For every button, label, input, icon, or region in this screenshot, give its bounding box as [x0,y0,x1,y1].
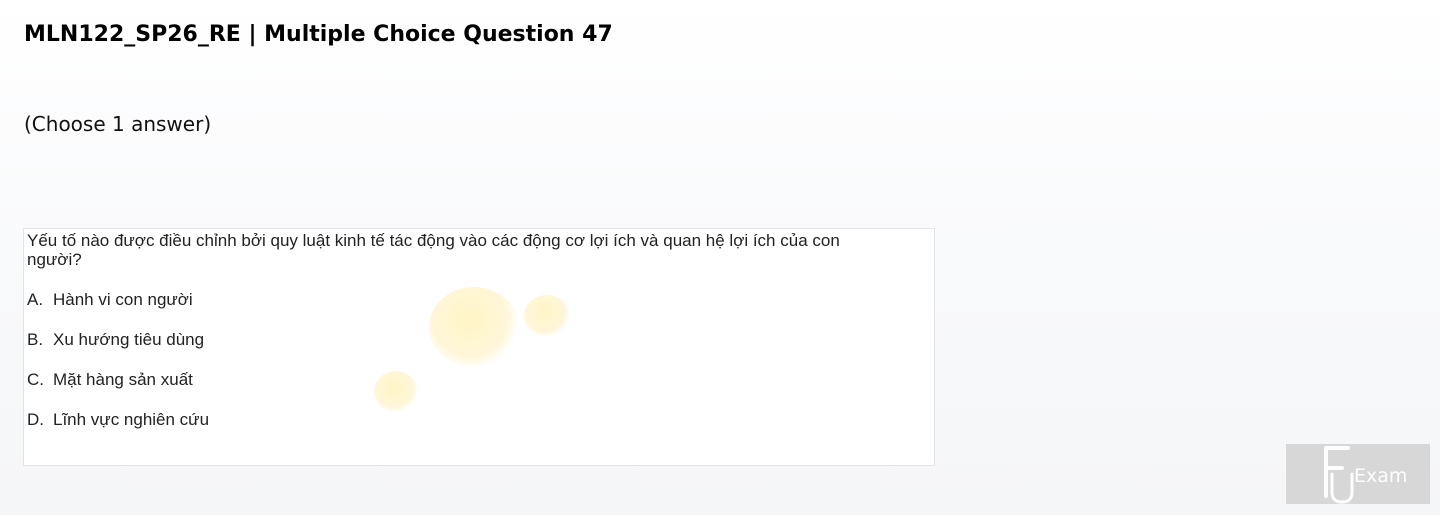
option-letter: C. [27,370,44,389]
fu-exam-logo: Exam [1286,444,1430,504]
option-text: Mặt hàng sản xuất [53,370,193,389]
watermark-face-icon [429,287,519,367]
question-text: Yếu tố nào được điều chỉnh bởi quy luật … [27,231,840,269]
watermark-face-icon [524,295,570,337]
logo-text: Exam [1354,465,1407,487]
option-text: Xu hướng tiêu dùng [53,330,205,349]
option-a: A. Hành vi con người [27,290,193,310]
answer-instruction: (Choose 1 answer) [24,112,212,136]
option-text: Hành vi con người [53,290,193,309]
question-image: Yếu tố nào được điều chỉnh bởi quy luật … [23,228,935,466]
option-b: B. Xu hướng tiêu dùng [27,330,204,350]
option-letter: A. [27,290,44,309]
option-c: C. Mặt hàng sản xuất [27,370,193,390]
option-letter: D. [27,410,44,429]
option-text: Lĩnh vực nghiên cứu [53,410,210,429]
watermark-face-icon [374,371,418,413]
page-title: MLN122_SP26_RE | Multiple Choice Questio… [24,22,613,47]
fu-logo-icon: Exam [1324,446,1407,504]
option-letter: B. [27,330,44,349]
option-d: D. Lĩnh vực nghiên cứu [27,410,209,430]
